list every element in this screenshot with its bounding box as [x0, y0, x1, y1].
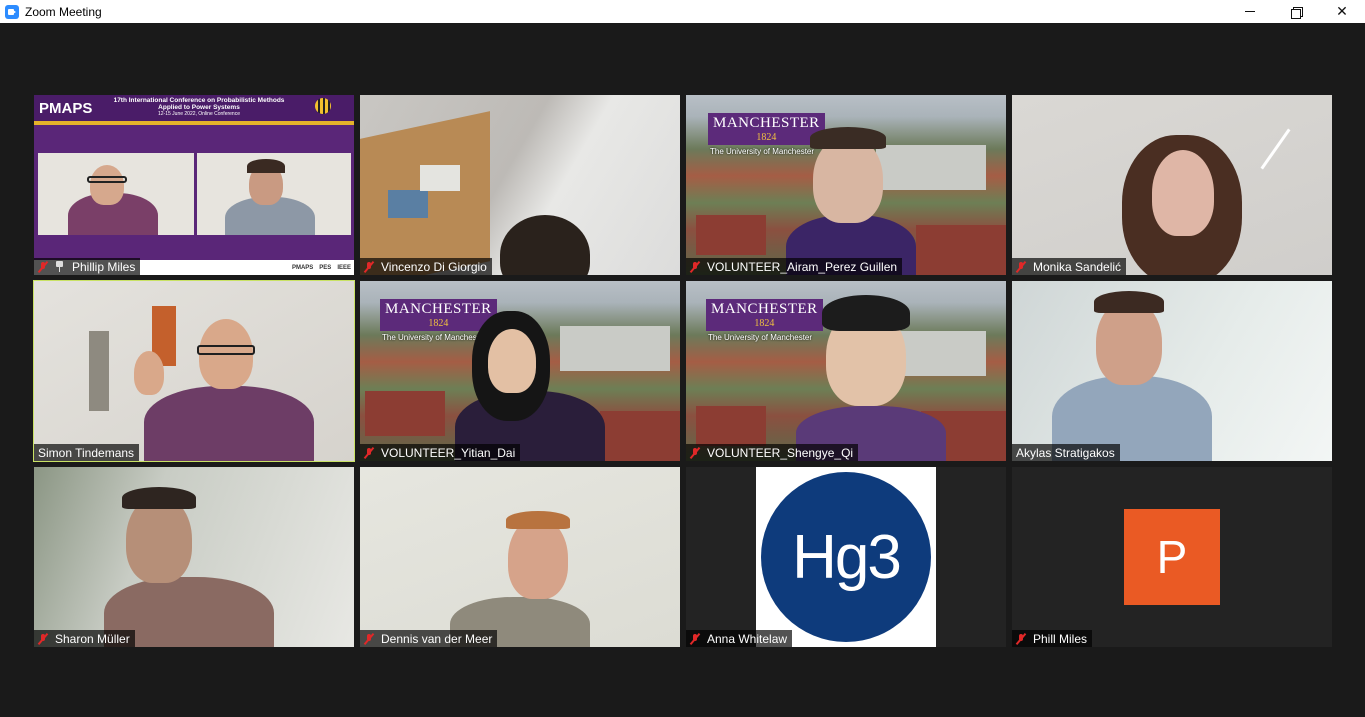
participant-name-tag: Simon Tindemans — [34, 444, 140, 461]
video-tile-phill-miles[interactable]: P Phill Miles — [1012, 467, 1332, 647]
muted-mic-icon — [1016, 633, 1026, 645]
participant-head — [488, 329, 536, 393]
muted-mic-icon — [38, 261, 48, 273]
slide-panelist-feed — [197, 153, 351, 235]
participant-name-tag: VOLUNTEER_Shengye_Qi — [686, 444, 859, 461]
muted-mic-icon — [364, 261, 374, 273]
restore-button[interactable] — [1273, 0, 1319, 23]
hg3-logo-icon: Hg3 — [761, 472, 931, 642]
video-tile-simon-tindemans[interactable]: Simon Tindemans — [33, 280, 355, 462]
minimize-button[interactable] — [1227, 0, 1273, 23]
video-tile-anna-whitelaw[interactable]: Hg3 Anna Whitelaw — [686, 467, 1006, 647]
slide-speaker-feed — [38, 153, 194, 235]
manchester-logo: MANCHESTER 1824 The University of Manche… — [708, 113, 825, 156]
video-tile-phillip-miles[interactable]: PMAPS 17th International Conference on P… — [34, 95, 354, 275]
pin-icon — [55, 261, 64, 272]
participant-name-tag: Anna Whitelaw — [686, 630, 793, 647]
video-tile-monika-sandelic[interactable]: Monika Sandelić — [1012, 95, 1332, 275]
video-tile-akylas-stratigakos[interactable]: Akylas Stratigakos — [1012, 281, 1332, 461]
video-tile-sharon-muller[interactable]: Sharon Müller — [34, 467, 354, 647]
manchester-logo: MANCHESTER 1824 The University of Manche… — [380, 299, 497, 342]
participant-name-tag: Dennis van der Meer — [360, 630, 498, 647]
video-tile-dennis-van-der-meer[interactable]: Dennis van der Meer — [360, 467, 680, 647]
avatar: P — [1124, 509, 1220, 605]
participant-name-tag: Phill Miles — [1012, 630, 1093, 647]
manchester-logo: MANCHESTER 1824 The University of Manche… — [706, 299, 823, 342]
muted-mic-icon — [364, 633, 374, 645]
participant-name-tag: Monika Sandelić — [1012, 258, 1127, 275]
window-title: Zoom Meeting — [25, 4, 102, 19]
conference-title: 17th International Conference on Probabi… — [113, 97, 285, 117]
close-icon: ✕ — [1336, 3, 1348, 19]
participant-name-tag: Vincenzo Di Giorgio — [360, 258, 492, 275]
muted-mic-icon — [38, 633, 48, 645]
bee-logo-icon — [315, 98, 331, 114]
zoom-app-icon — [5, 4, 19, 19]
participant-name-tag: VOLUNTEER_Airam_Perez Guillen — [686, 258, 903, 275]
muted-mic-icon — [1016, 261, 1026, 273]
muted-mic-icon — [690, 633, 700, 645]
close-button[interactable]: ✕ — [1319, 0, 1365, 23]
participant-name-tag: Phillip Miles — [34, 258, 141, 275]
pmaps-logo: PMAPS — [39, 100, 93, 117]
profile-logo: Hg3 — [756, 467, 936, 647]
video-tile-vincenzo-di-giorgio[interactable]: Vincenzo Di Giorgio — [360, 95, 680, 275]
title-bar: Zoom Meeting ✕ — [0, 0, 1365, 23]
participant-name-tag: VOLUNTEER_Yitian_Dai — [360, 444, 521, 461]
muted-mic-icon — [364, 447, 374, 459]
participant-name-tag: Akylas Stratigakos — [1012, 444, 1120, 461]
video-tile-shengye-qi[interactable]: MANCHESTER 1824 The University of Manche… — [686, 281, 1006, 461]
video-tile-yitian-dai[interactable]: MANCHESTER 1824 The University of Manche… — [360, 281, 680, 461]
muted-mic-icon — [690, 447, 700, 459]
shared-slide: PMAPS 17th International Conference on P… — [34, 95, 354, 275]
restore-icon — [1291, 6, 1303, 19]
participant-head — [508, 517, 568, 599]
participant-head — [1152, 150, 1214, 236]
raised-hand — [134, 351, 164, 395]
muted-mic-icon — [690, 261, 700, 273]
participant-name-tag: Sharon Müller — [34, 630, 135, 647]
minimize-icon — [1245, 11, 1255, 12]
video-tile-airam-perez-guillen[interactable]: MANCHESTER 1824 The University of Manche… — [686, 95, 1006, 275]
